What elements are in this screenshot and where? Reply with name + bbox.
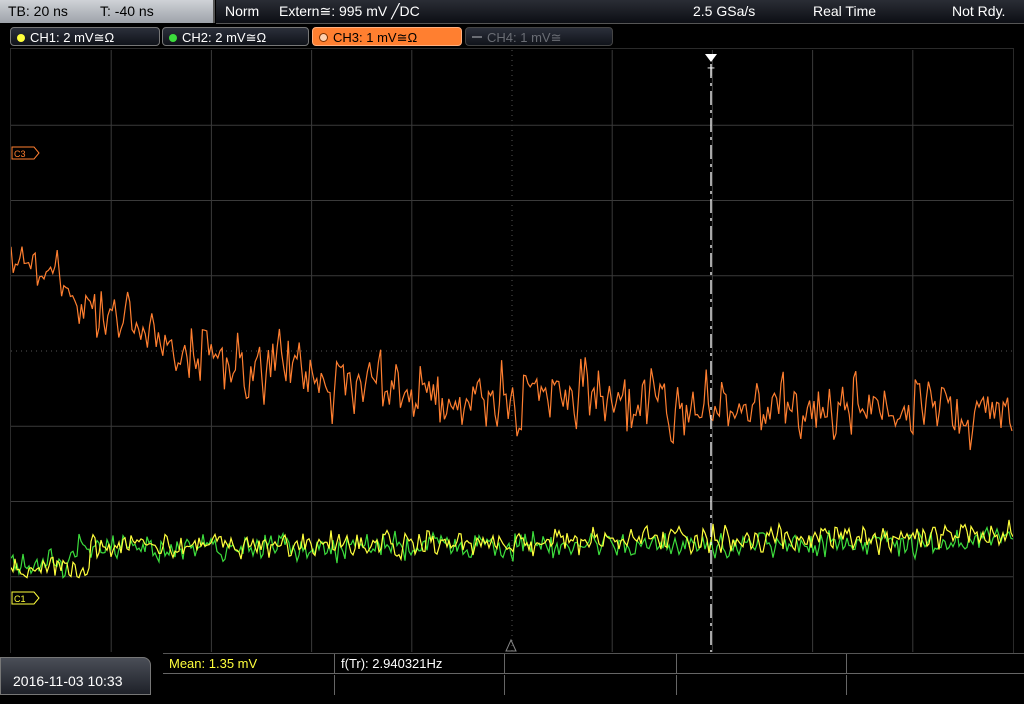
measurement-slot-5[interactable] (847, 654, 1024, 674)
ch4-label: CH4: 1 mV≅ (487, 30, 562, 45)
frequency-measurement[interactable]: f(Tr): 2.940321Hz (335, 654, 505, 674)
channel-tab-ch1[interactable]: CH1: 2 mV≅Ω (10, 27, 160, 46)
ch3-reference-marker[interactable]: C3 (11, 146, 40, 160)
measurement-slot-9[interactable] (677, 675, 847, 695)
channel-tab-ch4[interactable]: CH4: 1 mV≅ (465, 27, 613, 46)
measurement-slot-10[interactable] (847, 675, 1024, 695)
waveform-display[interactable]: T C3 C1 (11, 50, 1013, 652)
ch1-label: CH1: 2 mV≅Ω (30, 30, 115, 45)
measurement-slot-4[interactable] (677, 654, 847, 674)
measurement-panel[interactable]: Mean: 1.35 mV f(Tr): 2.940321Hz (163, 653, 1024, 695)
measurement-slot-7[interactable] (335, 675, 505, 695)
trigger-state: Not Rdy. (952, 3, 1006, 19)
ch3-label: CH3: 1 mV≅Ω (333, 30, 418, 45)
acquisition-mode: Real Time (813, 3, 877, 19)
ch1-reference-marker[interactable]: C1 (11, 591, 40, 605)
measurement-slot-6[interactable] (163, 675, 335, 695)
measurement-slot-3[interactable] (505, 654, 677, 674)
measurement-slot-8[interactable] (505, 675, 677, 695)
channel-tab-ch3[interactable]: CH3: 1 mV≅Ω (312, 27, 462, 46)
bottom-bar: 2016-11-03 10:33 Mean: 1.35 mV f(Tr): 2.… (0, 653, 1024, 695)
trigger-source[interactable]: Extern≅: 995 mV ╱DC (279, 0, 420, 23)
acquisition-status: Norm Extern≅: 995 mV ╱DC 2.5 GSa/s Real … (216, 0, 1024, 24)
trigger-arrow-icon[interactable] (705, 54, 717, 62)
ch3-color-dot-icon (319, 33, 328, 42)
channel-tab-ch2[interactable]: CH2: 2 mV≅Ω (162, 27, 309, 46)
ch3-marker-label: C3 (14, 149, 26, 159)
trigger-marker-label: T (707, 65, 715, 79)
ch2-color-dot-icon (169, 34, 177, 42)
ch1-color-dot-icon (17, 34, 25, 42)
mean-measurement[interactable]: Mean: 1.35 mV (163, 654, 335, 674)
ch2-label: CH2: 2 mV≅Ω (182, 30, 267, 45)
timebase-panel[interactable]: TB: 20 ns T: -40 ns (0, 0, 215, 23)
sample-rate: 2.5 GSa/s (693, 3, 756, 19)
top-status-bar: TB: 20 ns T: -40 ns Norm Extern≅: 995 mV… (0, 0, 1024, 24)
trigger-position-value[interactable]: T: -40 ns (100, 0, 154, 23)
ch1-marker-label: C1 (14, 594, 26, 604)
ch3-waveform (11, 246, 1013, 451)
date-time: 2016-11-03 10:33 (0, 657, 151, 695)
center-position-icon (505, 638, 517, 652)
timebase-value[interactable]: TB: 20 ns (8, 0, 68, 23)
ch4-off-icon (472, 36, 482, 38)
trigger-mode[interactable]: Norm (225, 0, 259, 23)
